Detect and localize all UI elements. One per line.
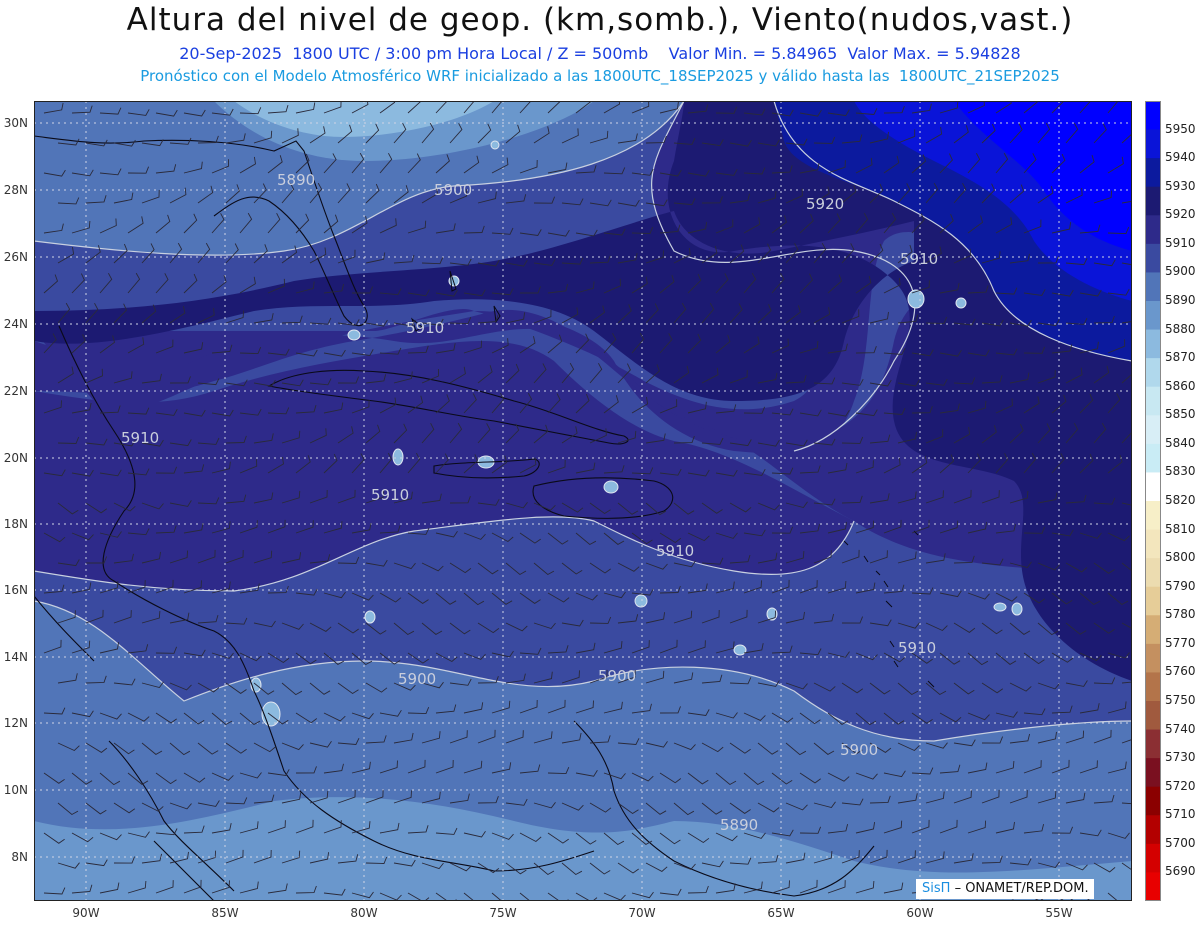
lat-label: 26N (3, 250, 28, 264)
color-scale-label: 5850 (1165, 407, 1196, 422)
color-scale-label: 5860 (1165, 378, 1196, 393)
color-scale-label: 5840 (1165, 435, 1196, 450)
credit-agency: – ONAMET/REP.DOM. (954, 881, 1089, 896)
color-scale-label: 5710 (1165, 807, 1196, 822)
color-scale-swatch (1145, 815, 1161, 845)
lat-label: 28N (3, 183, 28, 197)
lon-label: 55W (1045, 906, 1073, 920)
lon-label: 80W (350, 906, 378, 920)
contour-label: 5910 (898, 639, 936, 657)
lon-label: 75W (489, 906, 517, 920)
lat-label: 20N (3, 451, 28, 465)
color-scale-label: 5720 (1165, 778, 1196, 793)
lat-label: 8N (11, 850, 28, 864)
lat-label: 30N (3, 116, 28, 130)
contour-label: 5910 (371, 486, 409, 504)
contour-label: 5910 (656, 542, 694, 560)
color-scale-label: 5950 (1165, 121, 1196, 136)
lat-label: 12N (3, 716, 28, 730)
color-scale-swatch (1145, 101, 1161, 131)
color-scale-swatch (1145, 558, 1161, 588)
contour-label: 5900 (398, 670, 436, 688)
color-scale-label: 5690 (1165, 864, 1196, 879)
data-credit: SisΠ – ONAMET/REP.DOM. (916, 879, 1094, 899)
contour-label: 5910 (121, 429, 159, 447)
color-scale-swatch (1145, 301, 1161, 331)
lat-label: 14N (3, 650, 28, 664)
map-title: Altura del nivel de geop. (km,somb.), Vi… (126, 2, 1074, 38)
color-scale-swatch (1145, 358, 1161, 388)
color-scale-label: 5800 (1165, 550, 1196, 565)
sispi-logo-text: SisΠ (922, 881, 951, 896)
lat-label: 22N (3, 384, 28, 398)
lon-label: 60W (906, 906, 934, 920)
color-scale-label: 5830 (1165, 464, 1196, 479)
color-scale-swatch (1145, 872, 1161, 901)
color-scale-label: 5790 (1165, 578, 1196, 593)
color-scale-swatch (1145, 443, 1161, 473)
contour-label: 5900 (840, 741, 878, 759)
color-scale-swatch (1145, 843, 1161, 873)
lat-label: 18N (3, 517, 28, 531)
color-scale-label: 5700 (1165, 835, 1196, 850)
color-scale-swatch (1145, 643, 1161, 673)
contour-label: 5920 (806, 195, 844, 213)
color-scale-label: 5870 (1165, 350, 1196, 365)
color-scale-label: 5880 (1165, 321, 1196, 336)
color-scale-swatch (1145, 243, 1161, 273)
color-scale-label: 5780 (1165, 607, 1196, 622)
color-scale-swatch (1145, 586, 1161, 616)
color-scale-swatch (1145, 415, 1161, 445)
color-scale-swatch (1145, 501, 1161, 531)
lon-label: 90W (72, 906, 100, 920)
model-info-line: Pronóstico con el Modelo Atmosférico WRF… (140, 67, 1060, 85)
lon-label: 85W (211, 906, 239, 920)
contour-label: 5890 (720, 816, 758, 834)
color-scale-label: 5730 (1165, 750, 1196, 765)
color-scale-swatch (1145, 186, 1161, 216)
color-scale-swatch (1145, 329, 1161, 359)
lon-label: 65W (767, 906, 795, 920)
color-scale-label: 5900 (1165, 264, 1196, 279)
color-scale-swatch (1145, 758, 1161, 788)
color-scale-label: 5920 (1165, 207, 1196, 222)
color-scale-swatch (1145, 786, 1161, 816)
color-scale-swatch (1145, 215, 1161, 245)
color-scale-swatch (1145, 729, 1161, 759)
color-scale-label: 5940 (1165, 150, 1196, 165)
color-scale-swatch (1145, 158, 1161, 188)
weather-map: 5890 5900 5920 5910 5910 5910 5910 5910 … (34, 101, 1132, 901)
color-scale-label: 5750 (1165, 693, 1196, 707)
contour-label: 5890 (277, 171, 315, 189)
color-scale-swatch (1145, 472, 1161, 502)
color-scale-label: 5930 (1165, 178, 1196, 193)
color-scale-label: 5820 (1165, 493, 1196, 507)
color-scale-label: 5740 (1165, 721, 1196, 736)
color-scale-swatch (1145, 615, 1161, 645)
lat-label: 24N (3, 317, 28, 331)
contour-label: 5900 (434, 181, 472, 199)
color-scale-label: 5810 (1165, 521, 1196, 536)
color-scale-swatch (1145, 272, 1161, 302)
contour-label: 5900 (598, 667, 636, 685)
lon-label: 70W (628, 906, 656, 920)
color-scale-swatch (1145, 386, 1161, 416)
contour-label: 5910 (406, 319, 444, 337)
color-scale-label: 5890 (1165, 293, 1196, 307)
color-scale-bar (1145, 101, 1161, 901)
contour-label: 5910 (900, 250, 938, 268)
color-scale-label: 5770 (1165, 635, 1196, 650)
color-scale-swatch (1145, 672, 1161, 702)
forecast-time-line: 20-Sep-2025 1800 UTC / 3:00 pm Hora Loca… (179, 44, 1021, 63)
color-scale-label: 5910 (1165, 235, 1196, 250)
lat-label: 10N (3, 783, 28, 797)
lat-label: 16N (3, 583, 28, 597)
color-scale-label: 5760 (1165, 664, 1196, 679)
color-scale-swatch (1145, 129, 1161, 159)
color-scale-swatch (1145, 529, 1161, 559)
color-scale-swatch (1145, 701, 1161, 731)
